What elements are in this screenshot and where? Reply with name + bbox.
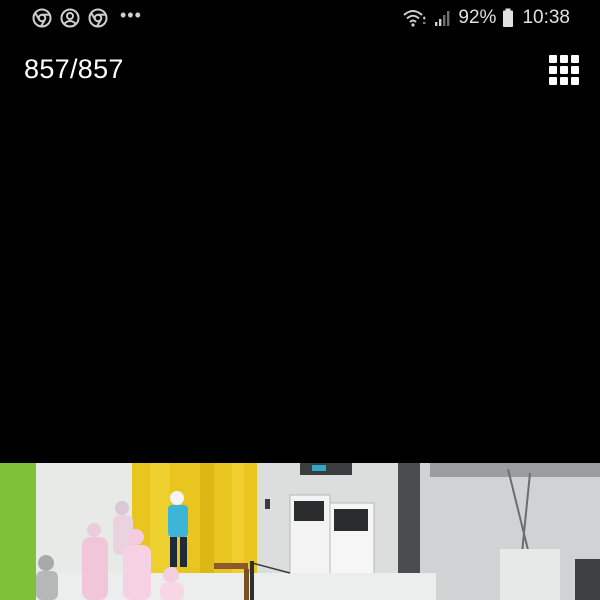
chrome-icon [32, 8, 52, 28]
viewer-header: 857/857 [0, 46, 600, 94]
gallery-viewer-screen: ••• 92% 10:38 857/857 [0, 0, 600, 600]
status-bar-system: 92% 10:38 [396, 7, 570, 29]
chrome-icon [88, 8, 108, 28]
grid-view-button[interactable] [549, 55, 579, 85]
battery-percentage: 92% [458, 7, 497, 28]
status-bar: ••• 92% 10:38 [0, 0, 600, 36]
signal-icon [434, 8, 450, 28]
gallery-photo[interactable] [0, 463, 600, 600]
image-counter: 857/857 [24, 54, 124, 84]
more-notifications-icon: ••• [120, 5, 142, 25]
clock: 10:38 [522, 7, 570, 28]
battery-icon [502, 8, 514, 28]
surveillance-photo [0, 463, 600, 600]
grid-view-icon [549, 55, 579, 85]
account-circle-icon [60, 8, 80, 28]
wifi-icon [402, 8, 428, 28]
status-bar-notifications: ••• [32, 5, 142, 28]
